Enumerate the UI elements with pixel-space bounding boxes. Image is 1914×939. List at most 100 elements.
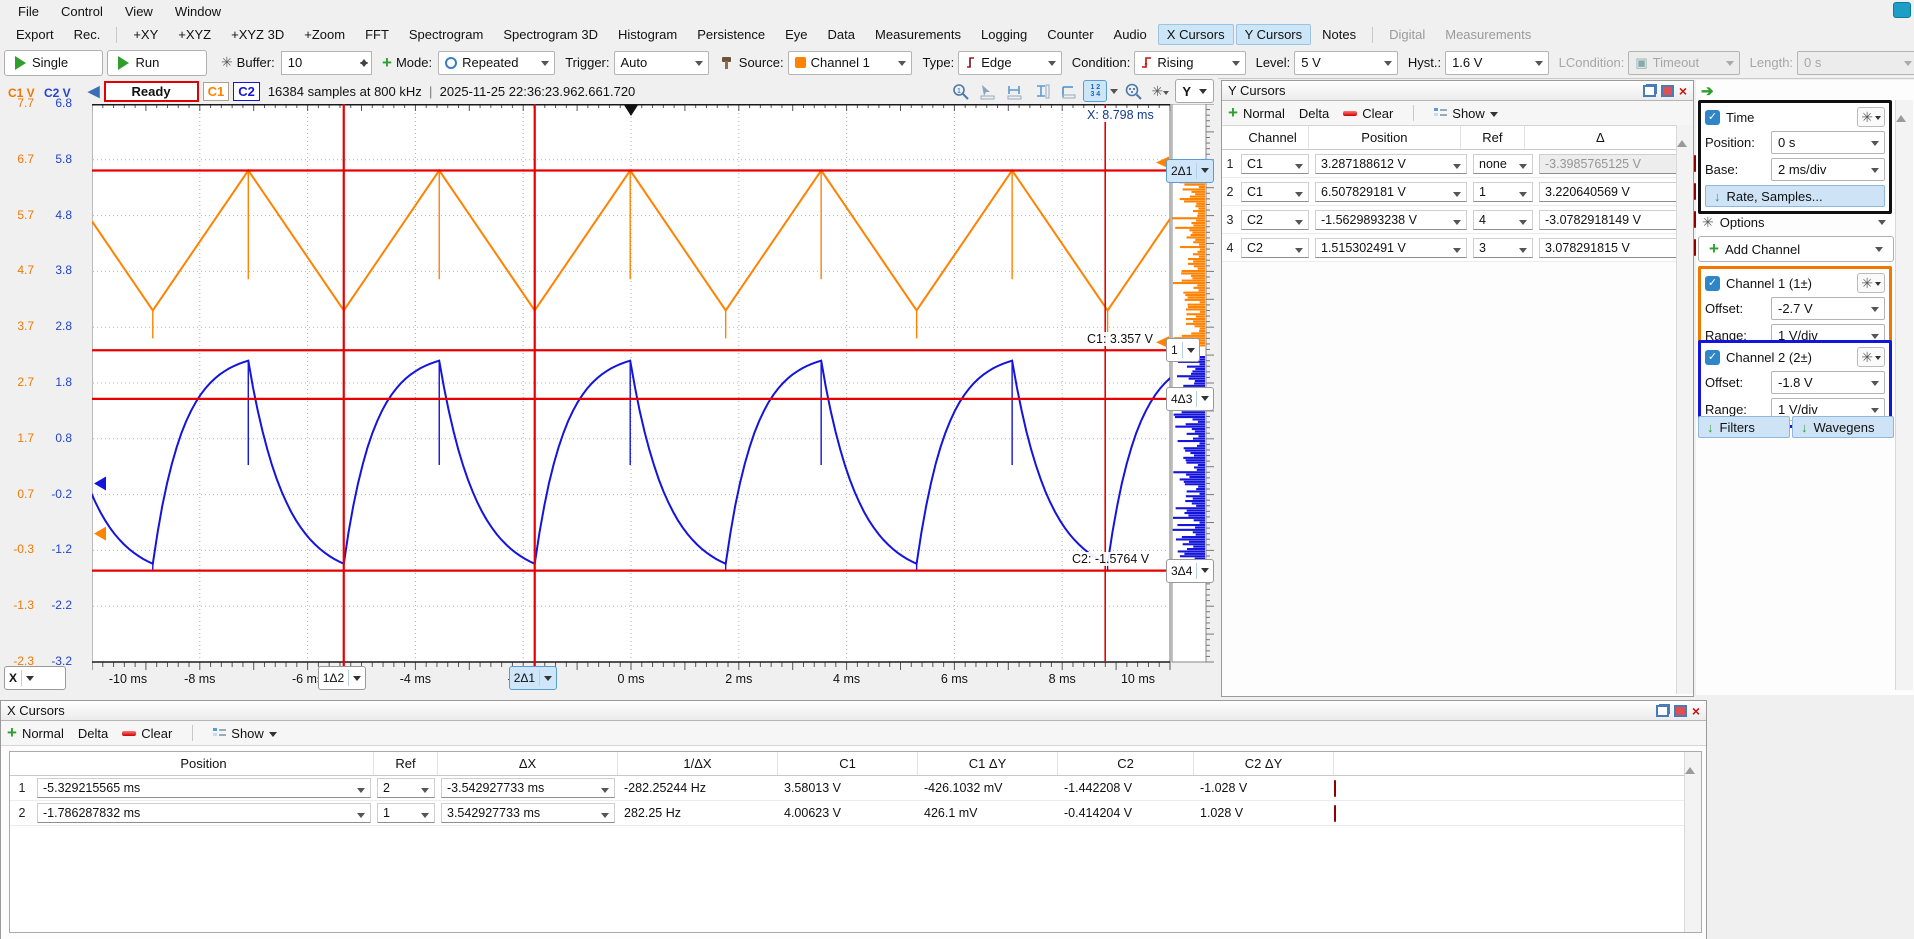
remove-cursor-button[interactable] [1334, 781, 1384, 796]
tab-persistence[interactable]: Persistence [688, 24, 774, 45]
cursor-ref-select[interactable]: 1 [377, 803, 435, 823]
channel1-settings-gear[interactable]: ✳ [1857, 273, 1885, 293]
cursor-ref-select[interactable]: none [1473, 154, 1533, 174]
menu-control[interactable]: Control [51, 2, 113, 21]
cursor-channel-select[interactable]: C2 [1241, 238, 1309, 258]
channel1-checkbox[interactable]: ✓ [1705, 276, 1720, 291]
type-select[interactable]: Edge [958, 51, 1062, 75]
y-cursor-marker-2[interactable]: 1 [1166, 338, 1200, 362]
cursor-channel-select[interactable]: C2 [1241, 210, 1309, 230]
tab--xyz-3d[interactable]: +XYZ 3D [222, 24, 293, 45]
close-panel-icon[interactable]: × [1692, 705, 1700, 717]
hyst-select[interactable]: 1.6 V [1445, 51, 1549, 75]
tab--xyz[interactable]: +XYZ [169, 24, 220, 45]
tab-audio[interactable]: Audio [1105, 24, 1156, 45]
add-channel-button[interactable]: + Add Channel [1698, 236, 1894, 262]
cursor-ref-select[interactable]: 4 [1473, 210, 1533, 230]
tab-x-cursors[interactable]: X Cursors [1158, 24, 1234, 45]
cursor-deltax-select[interactable]: -3.542927733 ms [441, 778, 615, 798]
cursor-position-select[interactable]: 1.515302491 V [1315, 238, 1467, 258]
view-mode-caret-icon[interactable] [1110, 89, 1118, 98]
maximize-panel-icon[interactable] [1661, 85, 1674, 97]
cursor-ref-select[interactable]: 1 [1473, 182, 1533, 202]
y-cursor-marker-3[interactable]: 4Δ3 [1166, 387, 1214, 411]
wavegens-button[interactable]: ↓Wavegens [1792, 416, 1894, 438]
cursor-position-select[interactable]: 6.507829181 V [1315, 182, 1467, 202]
tab-fft[interactable]: FFT [356, 24, 398, 45]
close-panel-icon[interactable]: × [1679, 85, 1687, 97]
tab-data[interactable]: Data [819, 24, 864, 45]
channel2-toggle[interactable]: C2 [233, 82, 260, 101]
cursor-ref-select[interactable]: 3 [1473, 238, 1533, 258]
tab-rec-[interactable]: Rec. [65, 24, 110, 45]
cursor-delta-select[interactable]: 3.220640569 V [1539, 182, 1691, 202]
source-select[interactable]: Channel 1 [788, 51, 913, 75]
mode-select[interactable]: Repeated [438, 51, 555, 75]
tab-notes[interactable]: Notes [1313, 24, 1365, 45]
horizontal-ruler-icon[interactable] [1002, 80, 1026, 102]
plot-canvas[interactable] [92, 104, 1218, 674]
time-position-select[interactable]: 0 s [1771, 131, 1885, 154]
buffer-gear-icon[interactable]: ✳ [221, 54, 233, 71]
clear-cursors-button[interactable]: Clear [122, 726, 172, 741]
y-cursors-scrollbar[interactable] [1676, 125, 1693, 694]
cursor-position-select[interactable]: -1.5629893238 V [1315, 210, 1467, 230]
channel2-settings-gear[interactable]: ✳ [1857, 347, 1885, 367]
cursor-channel-select[interactable]: C1 [1241, 154, 1309, 174]
lcondition-select[interactable]: ▣Timeout [1628, 51, 1739, 75]
tab-export[interactable]: Export [7, 24, 63, 45]
y-cursor-marker-1[interactable]: 2Δ1 [1166, 159, 1214, 183]
add-normal-cursor-button[interactable]: +Normal [7, 723, 64, 743]
tab-histogram[interactable]: Histogram [609, 24, 686, 45]
remove-cursor-button[interactable] [1334, 806, 1384, 821]
rate-samples-button[interactable]: ↓Rate, Samples... [1705, 185, 1885, 207]
zoom-points-icon[interactable] [1121, 80, 1145, 102]
mode-plus-icon[interactable]: + [382, 53, 392, 73]
time-base-select[interactable]: 2 ms/div [1771, 158, 1885, 181]
cursor-deltax-select[interactable]: 3.542927733 ms [441, 803, 615, 823]
tab-y-cursors[interactable]: Y Cursors [1236, 24, 1312, 45]
tab-digital[interactable]: Digital [1380, 24, 1434, 45]
collapse-left-icon[interactable]: ◀ [88, 82, 100, 100]
tab--zoom[interactable]: +Zoom [295, 24, 354, 45]
tab-spectrogram-3d[interactable]: Spectrogram 3D [494, 24, 607, 45]
add-delta-cursor-button[interactable]: Delta [78, 726, 108, 741]
channel1-toggle[interactable]: C1 [203, 82, 230, 101]
cursor-delta-select[interactable]: 3.078291815 V [1539, 238, 1691, 258]
menu-view[interactable]: View [115, 2, 163, 21]
zoom-1x-icon[interactable]: 1 [948, 80, 972, 102]
condition-select[interactable]: Rising [1134, 51, 1245, 75]
tab-measurements[interactable]: Measurements [866, 24, 970, 45]
single-button[interactable]: Single [4, 50, 103, 76]
vertical-ruler-icon[interactable] [1029, 80, 1053, 102]
add-delta-cursor-button[interactable]: Delta [1299, 106, 1329, 121]
cursor-delta-select[interactable]: -3.3985765125 V [1539, 154, 1691, 174]
x-cursor-marker-2[interactable]: 2Δ1 [509, 666, 557, 690]
pointer-measure-icon[interactable] [975, 80, 999, 102]
time-checkbox[interactable]: ✓ [1705, 110, 1720, 125]
channel1-offset-select[interactable]: -2.7 V [1771, 297, 1885, 320]
show-menu-button[interactable]: Show [213, 726, 277, 741]
buffer-spinner[interactable]: 10 [281, 51, 372, 75]
tab--xy[interactable]: +XY [124, 24, 167, 45]
tab-counter[interactable]: Counter [1038, 24, 1102, 45]
channel2-offset-select[interactable]: -1.8 V [1771, 371, 1885, 394]
show-menu-button[interactable]: Show [1434, 106, 1498, 121]
expand-right-icon[interactable]: ➔ [1701, 82, 1714, 100]
x-cursors-scrollbar[interactable] [1684, 752, 1701, 932]
menu-file[interactable]: File [8, 2, 49, 21]
y-cursor-marker-4[interactable]: 3Δ4 [1166, 559, 1214, 583]
tab-spectrogram[interactable]: Spectrogram [400, 24, 492, 45]
run-button[interactable]: Run [107, 50, 206, 76]
cursor-delta-select[interactable]: -3.0782918149 V [1539, 210, 1691, 230]
plot-settings-gear-icon[interactable]: ✳ [1148, 80, 1172, 102]
y-axis-button[interactable]: Y [1175, 79, 1214, 103]
clear-cursors-button[interactable]: Clear [1343, 106, 1393, 121]
cursor-position-select[interactable]: 3.287188612 V [1315, 154, 1467, 174]
cursor-ref-select[interactable]: 2 [377, 778, 435, 798]
scroll-up-icon[interactable] [1896, 95, 1906, 122]
tab-logging[interactable]: Logging [972, 24, 1036, 45]
maximize-panel-icon[interactable] [1674, 705, 1687, 717]
restore-panel-icon[interactable] [1643, 85, 1656, 97]
scroll-up-icon[interactable] [1685, 747, 1695, 774]
